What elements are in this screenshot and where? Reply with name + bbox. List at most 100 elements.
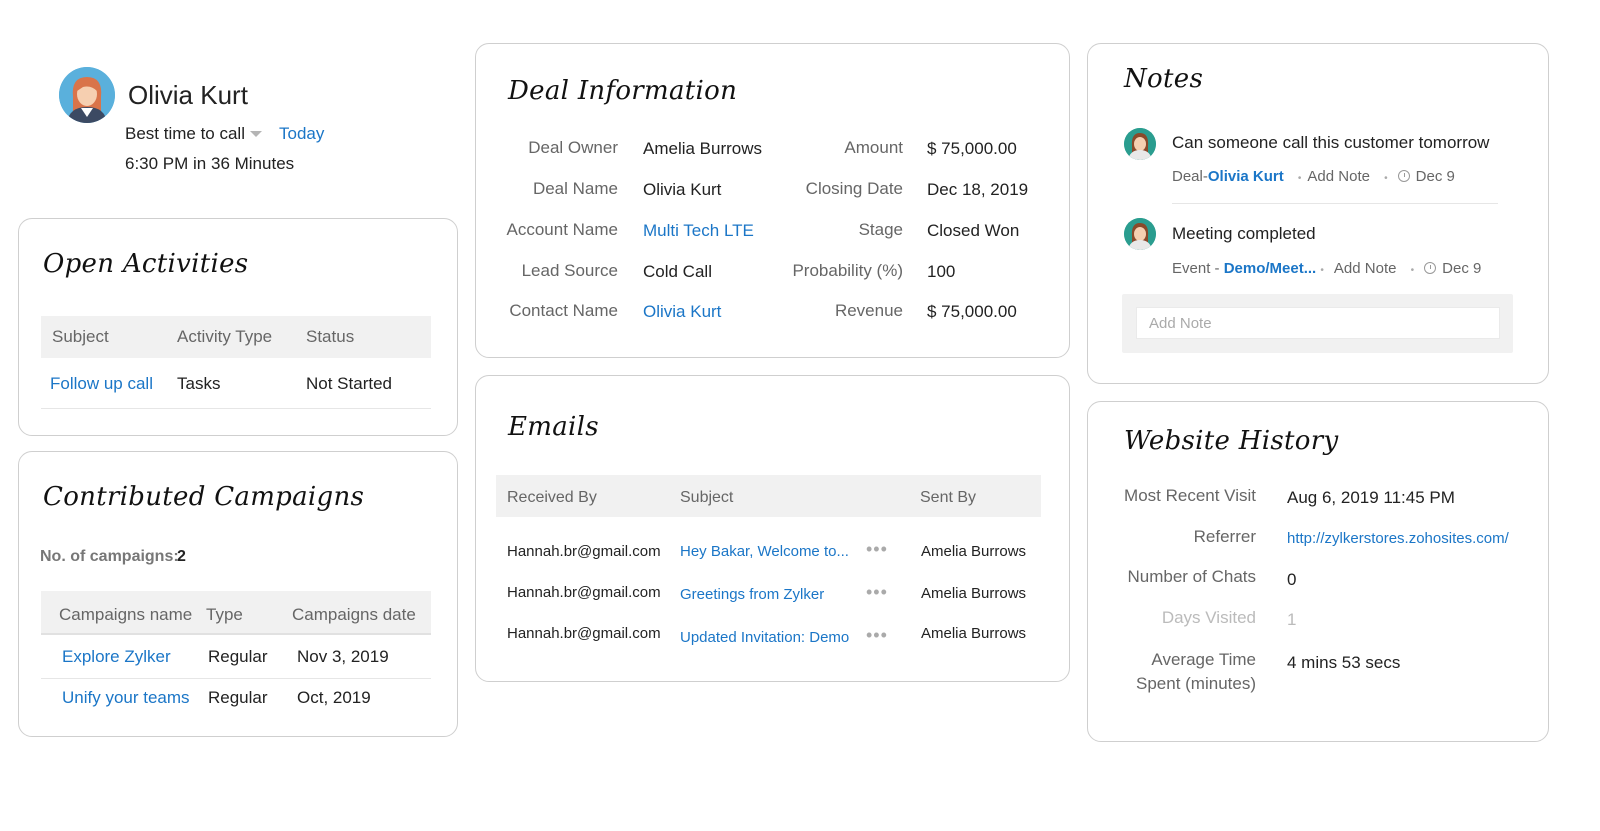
- separator-dot: •: [1320, 265, 1324, 276]
- email-sent-by: Amelia Burrows: [921, 625, 1027, 642]
- notes-title: Notes: [1124, 64, 1204, 94]
- email-received-by: Hannah.br@gmail.com: [507, 543, 661, 560]
- average-time-label-line1: Average Time: [1151, 650, 1256, 669]
- best-time-label: Best time to call: [125, 124, 245, 143]
- most-recent-visit-label: Most Recent Visit: [1124, 486, 1256, 505]
- note-text: Can someone call this customer tomorrow: [1172, 133, 1490, 152]
- campaigns-title: Contributed Campaigns: [43, 482, 365, 512]
- separator-dot: •: [1410, 265, 1415, 276]
- more-icon[interactable]: •••: [866, 582, 888, 603]
- deal-name-value: Olivia Kurt: [643, 180, 722, 199]
- campaign-date: Oct, 2019: [297, 688, 371, 707]
- days-visited-value: 1: [1287, 610, 1297, 629]
- average-time-label: Average Time Spent (minutes): [1136, 648, 1256, 696]
- more-icon[interactable]: •••: [866, 625, 888, 646]
- separator-dot: •: [1384, 173, 1388, 184]
- note-meta: Event - Demo/Meet... • Add Note • Dec 9: [1172, 260, 1481, 277]
- open-activities-card: Open Activities Subject Activity Type St…: [18, 218, 458, 436]
- email-subject-link[interactable]: Greetings from Zylker: [680, 586, 824, 603]
- open-activities-title: Open Activities: [43, 249, 249, 279]
- column-header-campaign-date: Campaigns date: [292, 605, 416, 624]
- activity-status: Not Started: [306, 374, 392, 393]
- number-of-chats-value: 0: [1287, 570, 1297, 589]
- campaigns-count-label: No. of campaigns:: [40, 548, 179, 565]
- contact-name-link[interactable]: Olivia Kurt: [643, 302, 721, 322]
- activity-type: Tasks: [177, 374, 221, 393]
- lead-source-value: Cold Call: [643, 262, 712, 281]
- call-time: 6:30 PM in 36 Minutes: [125, 154, 295, 173]
- email-received-by: Hannah.br@gmail.com: [507, 625, 661, 642]
- website-history-title: Website History: [1124, 426, 1339, 456]
- person-icon: [1124, 128, 1156, 160]
- notes-card: Notes Can someone call this customer tom…: [1087, 43, 1549, 384]
- column-header-received-by: Received By: [507, 489, 597, 506]
- email-sent-by: Amelia Burrows: [921, 543, 1027, 560]
- average-time-value: 4 mins 53 secs: [1287, 653, 1401, 672]
- revenue-value: $ 75,000.00: [927, 302, 1017, 321]
- campaign-type: Regular: [208, 647, 268, 666]
- person-icon: [1124, 218, 1156, 250]
- deal-owner-value: Amelia Burrows: [643, 139, 763, 158]
- more-icon[interactable]: •••: [866, 539, 888, 560]
- divider: [41, 408, 431, 409]
- column-header-sent-by: Sent By: [920, 489, 977, 506]
- campaigns-count: 2: [177, 548, 186, 565]
- contact-name: Olivia Kurt: [128, 80, 248, 110]
- note-deal-link[interactable]: Olivia Kurt: [1208, 168, 1284, 185]
- email-sent-by: Amelia Burrows: [921, 585, 1027, 602]
- add-note-input[interactable]: Add Note: [1136, 307, 1500, 339]
- account-name-link[interactable]: Multi Tech LTE: [643, 221, 754, 241]
- emails-card: Emails Received By Subject Sent By Hanna…: [475, 375, 1070, 682]
- stage-value: Closed Won: [927, 221, 1020, 240]
- deal-information-title: Deal Information: [508, 76, 738, 106]
- note-prefix: Event -: [1172, 260, 1224, 277]
- average-time-label-line2: Spent (minutes): [1136, 674, 1256, 693]
- note-meta: Deal-Olivia Kurt • Add Note • Dec 9: [1172, 168, 1455, 185]
- note-date: Dec 9: [1415, 168, 1455, 185]
- emails-title: Emails: [508, 412, 599, 442]
- avatar: [1124, 128, 1156, 160]
- amount-value: $ 75,000.00: [927, 139, 1017, 158]
- add-note-link[interactable]: Add Note: [1307, 168, 1370, 185]
- column-header-status: Status: [306, 327, 355, 346]
- column-header-subject: Subject: [52, 327, 109, 346]
- person-icon: [59, 67, 115, 123]
- campaign-name-link[interactable]: Explore Zylker: [62, 647, 171, 667]
- campaigns-card: Contributed Campaigns No. of campaigns: …: [18, 451, 458, 737]
- activity-subject-link[interactable]: Follow up call: [50, 374, 153, 394]
- deal-name-label: Deal Name: [532, 179, 618, 198]
- campaign-date: Nov 3, 2019: [297, 647, 389, 666]
- deal-owner-label: Deal Owner: [528, 138, 618, 157]
- closing-date-value: Dec 18, 2019: [927, 180, 1029, 199]
- email-subject-link[interactable]: Hey Bakar, Welcome to...: [680, 543, 849, 560]
- referrer-label: Referrer: [1193, 527, 1256, 546]
- stage-label: Stage: [858, 220, 903, 239]
- add-note-box: Add Note: [1122, 294, 1513, 353]
- amount-label: Amount: [844, 138, 903, 157]
- column-header-type: Type: [206, 605, 243, 624]
- lead-source-label: Lead Source: [521, 261, 618, 280]
- probability-value: 100: [927, 262, 956, 281]
- note-prefix: Deal-: [1172, 168, 1208, 185]
- column-header-subject: Subject: [680, 489, 734, 506]
- note-event-link[interactable]: Demo/Meet...: [1224, 260, 1317, 277]
- website-history-card: Website History Most Recent Visit Aug 6,…: [1087, 401, 1549, 742]
- campaign-type: Regular: [208, 688, 268, 707]
- contact-name-label: Contact Name: [509, 301, 618, 320]
- email-received-by: Hannah.br@gmail.com: [507, 584, 661, 601]
- note-date: Dec 9: [1442, 260, 1482, 277]
- best-time-day[interactable]: Today: [279, 124, 324, 144]
- account-name-label: Account Name: [506, 220, 619, 239]
- referrer-link[interactable]: http://zylkerstores.zohosites.com/: [1287, 530, 1509, 547]
- revenue-label: Revenue: [834, 301, 903, 320]
- divider: [41, 678, 431, 679]
- most-recent-visit-value: Aug 6, 2019 11:45 PM: [1287, 488, 1455, 507]
- add-note-link[interactable]: Add Note: [1334, 260, 1397, 277]
- clock-icon: [1397, 170, 1410, 182]
- email-subject-link[interactable]: Updated Invitation: Demo: [680, 629, 849, 646]
- campaign-name-link[interactable]: Unify your teams: [62, 688, 190, 708]
- chevron-down-icon[interactable]: [250, 131, 262, 137]
- days-visited-label: Days Visited: [1161, 608, 1256, 627]
- separator-dot: •: [1297, 173, 1302, 184]
- avatar: [1124, 218, 1156, 250]
